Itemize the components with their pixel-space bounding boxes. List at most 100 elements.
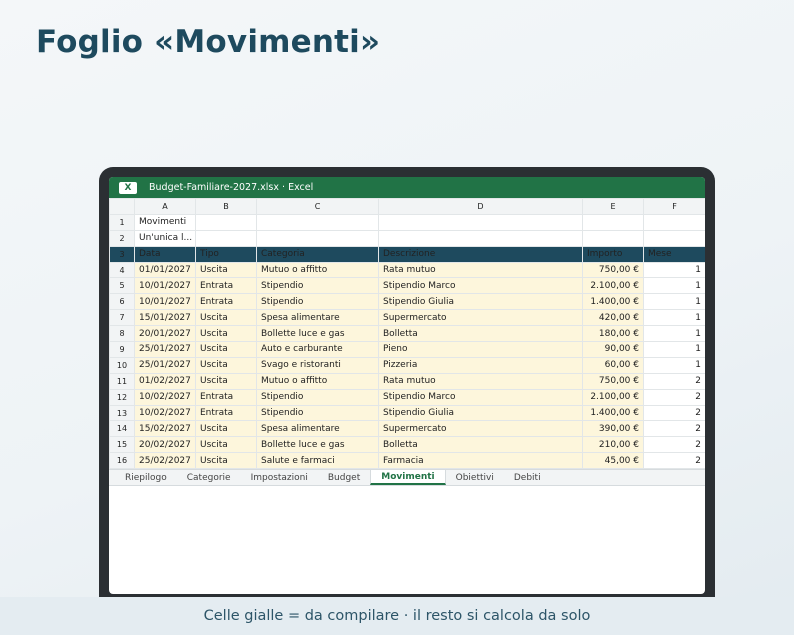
cell[interactable] [582,213,644,231]
amount-cell[interactable]: 2.100,00 € [582,277,644,295]
cell[interactable] [643,229,705,247]
date-cell[interactable]: 25/01/2027 [134,341,196,358]
amount-cell[interactable]: 90,00 € [582,341,644,358]
description-cell[interactable]: Supermercato [378,420,583,438]
type-cell[interactable]: Uscita [195,372,257,390]
amount-cell[interactable]: 1.400,00 € [582,404,644,422]
date-cell[interactable]: 25/01/2027 [134,356,196,374]
category-cell[interactable]: Spesa alimentare [256,309,379,327]
tab-impostazioni[interactable]: Impostazioni [241,470,318,485]
description-cell[interactable]: Pizzeria [378,356,583,374]
category-cell[interactable]: Stipendio [256,277,379,295]
cell[interactable] [195,213,257,231]
cell[interactable] [643,213,705,231]
description-cell[interactable]: Supermercato [378,309,583,327]
category-cell[interactable]: Svago e ristoranti [256,356,379,374]
column-header[interactable]: A [134,198,196,215]
month-cell[interactable]: 2 [643,420,705,438]
month-cell[interactable]: 2 [643,388,705,406]
row-number[interactable]: 3 [109,245,135,263]
description-cell[interactable]: Farmacia [378,452,583,470]
amount-cell[interactable]: 180,00 € [582,325,644,343]
amount-cell[interactable]: 1.400,00 € [582,293,644,311]
date-cell[interactable]: 10/02/2027 [134,388,196,406]
type-cell[interactable]: Entrata [195,277,257,295]
cell[interactable] [256,213,379,231]
amount-cell[interactable]: 2.100,00 € [582,388,644,406]
row-number[interactable]: 11 [109,372,135,390]
select-all-corner[interactable] [109,198,135,215]
month-cell[interactable]: 2 [643,452,705,470]
amount-cell[interactable]: 750,00 € [582,372,644,390]
tab-budget[interactable]: Budget [318,470,370,485]
column-header[interactable]: F [643,198,705,215]
cell[interactable] [582,229,644,247]
date-cell[interactable]: 10/01/2027 [134,277,196,295]
row-number[interactable]: 9 [109,341,135,358]
category-cell[interactable]: Mutuo o affitto [256,372,379,390]
category-cell[interactable]: Spesa alimentare [256,420,379,438]
description-cell[interactable]: Rata mutuo [378,372,583,390]
amount-cell[interactable]: 420,00 € [582,309,644,327]
tab-movimenti[interactable]: Movimenti [370,470,446,486]
date-cell[interactable]: 10/01/2027 [134,293,196,311]
row-number[interactable]: 15 [109,436,135,454]
description-cell[interactable]: Rata mutuo [378,261,583,279]
tab-obiettivi[interactable]: Obiettivi [446,470,504,485]
type-cell[interactable]: Entrata [195,404,257,422]
description-cell[interactable]: Stipendio Marco [378,277,583,295]
category-cell[interactable]: Stipendio [256,404,379,422]
header-cell-tipo[interactable]: Tipo [195,245,257,263]
type-cell[interactable]: Uscita [195,309,257,327]
description-cell[interactable]: Pieno [378,341,583,358]
type-cell[interactable]: Uscita [195,436,257,454]
category-cell[interactable]: Auto e carburante [256,341,379,358]
tab-debiti[interactable]: Debiti [504,470,551,485]
row-number[interactable]: 13 [109,404,135,422]
type-cell[interactable]: Uscita [195,452,257,470]
amount-cell[interactable]: 750,00 € [582,261,644,279]
tab-riepilogo[interactable]: Riepilogo [115,470,177,485]
column-header[interactable]: D [378,198,583,215]
description-cell[interactable]: Bolletta [378,325,583,343]
type-cell[interactable]: Uscita [195,356,257,374]
month-cell[interactable]: 2 [643,372,705,390]
month-cell[interactable]: 1 [643,309,705,327]
sheet-title-cell[interactable]: Movimenti [134,213,196,231]
cell[interactable] [195,229,257,247]
amount-cell[interactable]: 45,00 € [582,452,644,470]
month-cell[interactable]: 1 [643,325,705,343]
month-cell[interactable]: 1 [643,293,705,311]
description-cell[interactable]: Bolletta [378,436,583,454]
row-number[interactable]: 6 [109,293,135,311]
column-header[interactable]: C [256,198,379,215]
row-number[interactable]: 16 [109,452,135,470]
month-cell[interactable]: 1 [643,277,705,295]
month-cell[interactable]: 1 [643,341,705,358]
type-cell[interactable]: Uscita [195,261,257,279]
header-cell-descrizione[interactable]: Descrizione [378,245,583,263]
type-cell[interactable]: Uscita [195,420,257,438]
column-header[interactable]: B [195,198,257,215]
row-number[interactable]: 12 [109,388,135,406]
amount-cell[interactable]: 210,00 € [582,436,644,454]
month-cell[interactable]: 2 [643,436,705,454]
row-number[interactable]: 5 [109,277,135,295]
cell[interactable] [378,213,583,231]
column-header[interactable]: E [582,198,644,215]
category-cell[interactable]: Salute e farmaci [256,452,379,470]
type-cell[interactable]: Entrata [195,293,257,311]
type-cell[interactable]: Entrata [195,388,257,406]
category-cell[interactable]: Bollette luce e gas [256,325,379,343]
cell[interactable] [256,229,379,247]
row-number[interactable]: 14 [109,420,135,438]
month-cell[interactable]: 1 [643,261,705,279]
header-cell-importo[interactable]: Importo [582,245,644,263]
description-cell[interactable]: Stipendio Giulia [378,404,583,422]
date-cell[interactable]: 10/02/2027 [134,404,196,422]
row-number[interactable]: 4 [109,261,135,279]
description-cell[interactable]: Stipendio Marco [378,388,583,406]
month-cell[interactable]: 1 [643,356,705,374]
row-number[interactable]: 7 [109,309,135,327]
category-cell[interactable]: Stipendio [256,293,379,311]
